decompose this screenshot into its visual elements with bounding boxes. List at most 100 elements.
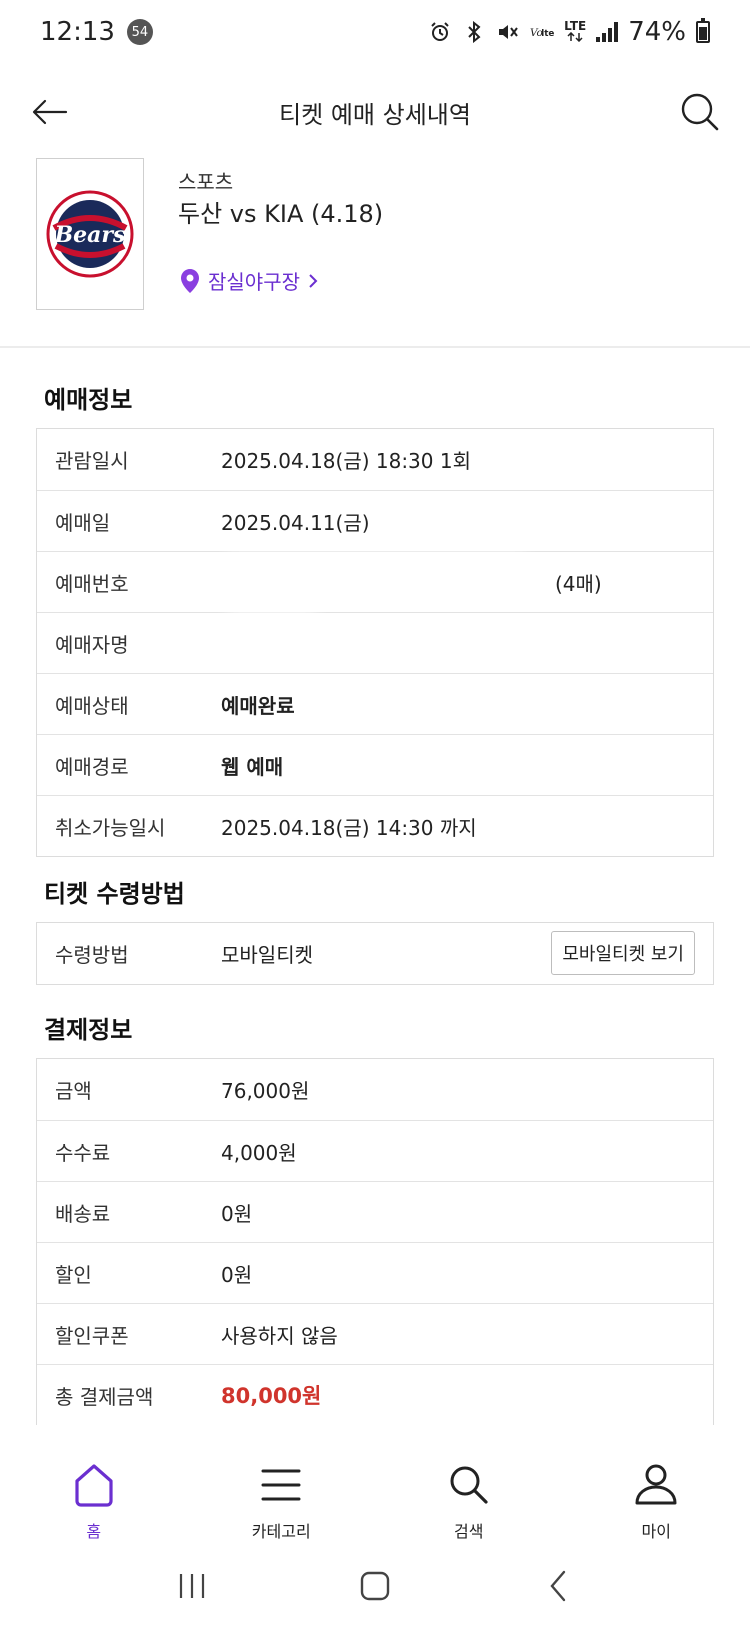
table-row: 관람일시 2025.04.18(금) 18:30 1회 — [37, 429, 713, 490]
row-label: 할인쿠폰 — [55, 1323, 129, 1348]
row-label: 배송료 — [55, 1201, 111, 1226]
payment-info-table: 금액 76,000원 수수료 4,000원 배송료 0원 할인 0원 할인쿠폰 … — [36, 1058, 714, 1425]
row-label: 총 결제금액 — [55, 1384, 154, 1409]
row-label: 예매상태 — [55, 693, 129, 718]
table-row: 예매상태 예매완료 — [37, 673, 713, 734]
back-arrow-icon — [32, 99, 68, 125]
bears-logo-icon: Bears — [46, 190, 134, 278]
booking-channel: 웹 예매 — [221, 754, 284, 779]
redacted-area — [217, 560, 537, 604]
volte-icon: Vo lte — [530, 20, 554, 44]
nav-label: 홈 — [86, 1522, 102, 1541]
row-label: 관람일시 — [55, 449, 129, 473]
lte-indicator: LTE — [564, 20, 586, 44]
ticket-count: (4매) — [555, 571, 602, 596]
ticket-receipt-title: 티켓 수령방법 — [44, 880, 185, 908]
table-row: 예매일 2025.04.11(금) — [37, 490, 713, 551]
table-row: 배송료 0원 — [37, 1181, 713, 1242]
venue-link[interactable]: 잠실야구장 — [180, 266, 318, 295]
chevron-right-icon — [309, 273, 318, 288]
nav-label: 마이 — [641, 1522, 671, 1541]
row-label: 할인 — [55, 1262, 92, 1287]
ticket-receipt-table: 수령방법 모바일티켓 모바일티켓 보기 — [36, 922, 714, 985]
home-icon — [75, 1464, 113, 1507]
search-icon — [450, 1466, 488, 1504]
system-navigation — [0, 1546, 750, 1625]
booking-info-table: 관람일시 2025.04.18(금) 18:30 1회 예매일 2025.04.… — [36, 428, 714, 857]
signal-strength-icon — [596, 22, 619, 42]
event-category: 스포츠 — [178, 170, 234, 194]
row-value: 2025.04.11(금) — [221, 510, 370, 535]
row-label: 예매경로 — [55, 754, 129, 779]
mute-icon — [496, 20, 520, 44]
row-value: 0원 — [221, 1201, 253, 1226]
home-square-icon — [360, 1571, 390, 1600]
bluetooth-icon — [462, 20, 486, 44]
row-label: 예매일 — [55, 510, 111, 535]
location-pin-icon — [181, 268, 199, 293]
back-button[interactable] — [28, 84, 72, 140]
recent-apps-icon — [179, 1573, 204, 1598]
battery-percent: 74% — [628, 17, 686, 47]
table-row: 예매경로 웹 예매 — [37, 734, 713, 795]
nav-item-home[interactable]: 홈 — [0, 1446, 188, 1546]
status-icons: Vo lte LTE 74% — [428, 17, 710, 47]
back-chevron-icon — [550, 1570, 566, 1601]
nav-item-my[interactable]: 마이 — [563, 1446, 750, 1546]
page-title: 티켓 예매 상세내역 — [279, 100, 471, 129]
notification-count-badge: 54 — [126, 19, 153, 45]
row-label: 금액 — [55, 1079, 92, 1103]
svg-text:lte: lte — [541, 29, 554, 39]
event-summary: Bears 스포츠 두산 vs KIA (4.18) 잠실야구장 — [36, 158, 714, 310]
table-row: 예매번호 (4매) — [37, 551, 713, 612]
view-mobile-ticket-button[interactable]: 모바일티켓 보기 — [551, 931, 695, 975]
total-amount: 80,000원 — [221, 1384, 322, 1408]
table-row: 예매자명 — [37, 612, 713, 673]
row-value: 0원 — [221, 1262, 253, 1287]
menu-icon — [261, 1469, 301, 1501]
row-label: 예매자명 — [55, 632, 129, 657]
venue-name: 잠실야구장 — [208, 270, 300, 294]
search-icon — [681, 93, 719, 131]
row-value: 4,000원 — [221, 1140, 297, 1165]
user-icon — [635, 1464, 677, 1505]
row-label: 수수료 — [55, 1140, 111, 1165]
table-row: 취소가능일시 2025.04.18(금) 14:30 까지 — [37, 795, 713, 856]
alarm-icon — [428, 20, 452, 44]
row-label: 예매번호 — [55, 571, 129, 596]
back-system-button[interactable] — [528, 1561, 588, 1611]
status-bar: 12:13 54 Vo lte LTE 74% — [0, 0, 750, 64]
event-name: 두산 vs KIA (4.18) — [178, 200, 384, 228]
page-header: 티켓 예매 상세내역 — [0, 64, 750, 160]
svg-text:Bears: Bears — [54, 222, 126, 248]
row-label: 수령방법 — [55, 943, 129, 967]
table-row: 할인쿠폰 사용하지 않음 — [37, 1303, 713, 1364]
nav-item-search[interactable]: 검색 — [375, 1446, 563, 1546]
table-row: 금액 76,000원 — [37, 1059, 713, 1120]
row-value: 모바일티켓 — [221, 943, 313, 967]
search-button[interactable] — [676, 82, 724, 142]
row-value: 76,000원 — [221, 1079, 310, 1103]
recent-apps-button[interactable] — [162, 1561, 222, 1611]
table-row: 할인 0원 — [37, 1242, 713, 1303]
status-time: 12:13 — [40, 17, 115, 47]
bottom-navigation: 홈 카테고리 검색 마이 — [0, 1446, 750, 1546]
row-value: 2025.04.18(금) 18:30 1회 — [221, 449, 471, 473]
team-logo: Bears — [36, 158, 144, 310]
data-arrows-icon — [567, 31, 583, 43]
redacted-area — [217, 619, 327, 667]
battery-icon — [696, 18, 710, 43]
booking-info-title: 예매정보 — [44, 386, 133, 414]
home-system-button[interactable] — [345, 1561, 405, 1611]
nav-item-category[interactable]: 카테고리 — [188, 1446, 376, 1546]
row-label: 취소가능일시 — [55, 815, 166, 840]
payment-info-title: 결제정보 — [44, 1016, 133, 1044]
booking-status: 예매완료 — [221, 693, 295, 718]
row-value: 2025.04.18(금) 14:30 까지 — [221, 815, 477, 840]
table-row: 수수료 4,000원 — [37, 1120, 713, 1181]
section-divider — [0, 346, 750, 348]
lte-label: LTE — [564, 19, 587, 33]
row-value: 사용하지 않음 — [221, 1323, 338, 1348]
table-row: 총 결제금액 80,000원 — [37, 1364, 713, 1425]
table-row: 수령방법 모바일티켓 모바일티켓 보기 — [37, 923, 713, 984]
